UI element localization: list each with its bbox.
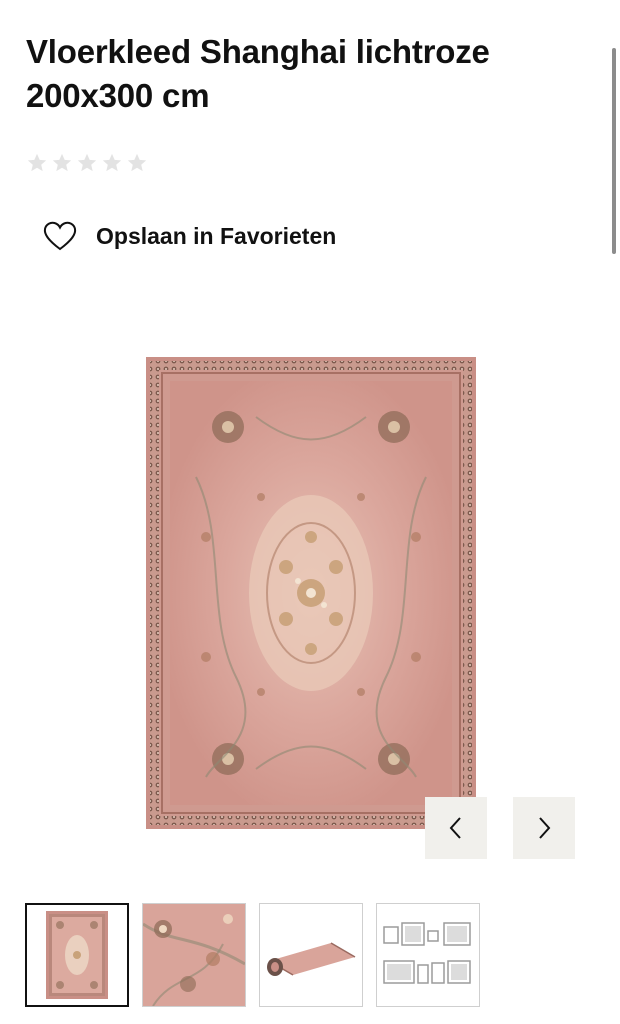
chevron-left-icon [449,817,461,839]
star-empty-icon [77,153,97,172]
chevron-right-icon [539,817,551,839]
thumbnail-rug-rolled-view[interactable] [259,903,363,1007]
product-page: Vloerkleed Shanghai lichtroze 200x300 cm… [0,0,620,1024]
rug-detail-image [143,904,245,1006]
heart-outline-icon [43,221,77,251]
thumbnail-strip [25,903,480,1007]
star-empty-icon [127,153,147,172]
star-empty-icon [27,153,47,172]
rating-stars [26,152,148,174]
save-to-favorites-button[interactable]: Opslaan in Favorieten [42,220,336,252]
main-product-image[interactable] [146,357,476,829]
gallery-prev-button[interactable] [425,797,487,859]
star-empty-icon [102,153,122,172]
rug-thumbnail-image [46,911,108,999]
thumbnail-rug-detail-closeup[interactable] [142,903,246,1007]
favorites-label: Opslaan in Favorieten [96,222,337,249]
room-layout-image [378,905,478,1005]
star-empty-icon [52,153,72,172]
rug-rolled-image [261,905,361,1005]
thumbnail-rug-full-view[interactable] [25,903,129,1007]
product-title: Vloerkleed Shanghai lichtroze 200x300 cm [26,33,490,114]
gallery-next-button[interactable] [513,797,575,859]
thumbnail-room-layout-diagram[interactable] [376,903,480,1007]
scrollbar[interactable] [612,48,616,254]
